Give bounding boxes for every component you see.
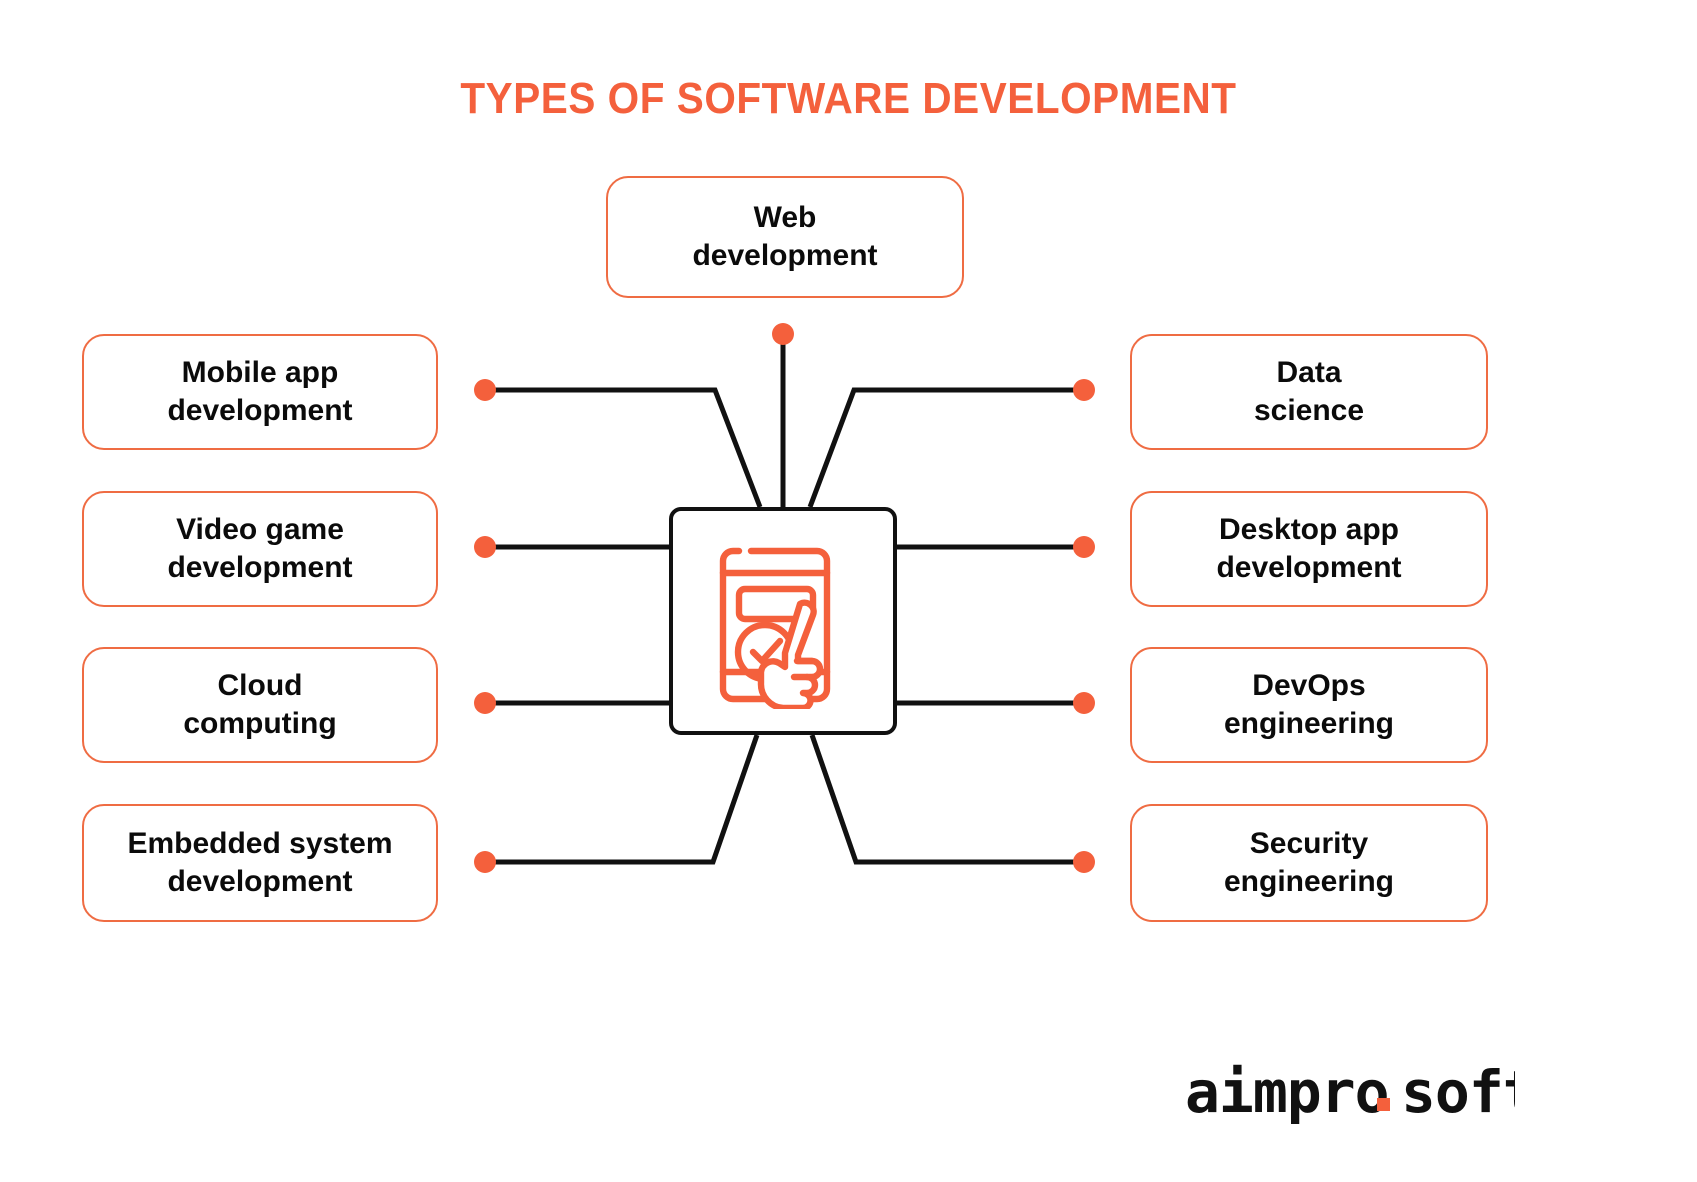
node-cloud-computing[interactable]: Cloud computing	[82, 647, 438, 763]
page-title: TYPES OF SOFTWARE DEVELOPMENT	[460, 74, 1237, 123]
node-label: Data science	[1253, 355, 1365, 427]
node-desktop-app-development[interactable]: Desktop app development	[1130, 491, 1488, 607]
node-embedded-system-development[interactable]: Embedded system development	[82, 804, 438, 922]
node-label: Cloud computing	[183, 668, 337, 740]
center-hub	[669, 507, 897, 735]
connector-dot-embedded-system	[474, 851, 496, 873]
node-security-engineering[interactable]: Security engineering	[1130, 804, 1488, 922]
connector-embedded-system	[487, 734, 760, 865]
connector-mobile-app	[487, 387, 763, 508]
node-video-game-development[interactable]: Video game development	[82, 491, 438, 607]
logo-dot	[1377, 1098, 1390, 1111]
node-devops-engineering[interactable]: DevOps engineering	[1130, 647, 1488, 763]
company-logo[interactable]: aimpro soft	[1185, 1060, 1515, 1130]
connector-security	[809, 734, 1082, 865]
logo-text-primary: aimpro	[1185, 1060, 1389, 1126]
node-label: Embedded system development	[127, 826, 393, 898]
connector-dot-security	[1073, 851, 1095, 873]
connector-dot-web-development	[772, 323, 794, 345]
node-label: Desktop app development	[1216, 512, 1402, 584]
mobile-app-touch-icon	[719, 547, 831, 709]
connector-dot-desktop-app	[1073, 536, 1095, 558]
connector-dot-video-game	[474, 536, 496, 558]
node-label: Security engineering	[1223, 826, 1395, 898]
node-label: Mobile app development	[167, 355, 353, 427]
logo-text-secondary: soft	[1401, 1060, 1515, 1126]
node-mobile-app-development[interactable]: Mobile app development	[82, 334, 438, 450]
connector-dot-cloud-computing	[474, 692, 496, 714]
infographic-canvas: TYPES OF SOFTWARE DEVELOPMENT Web develo…	[0, 0, 1697, 1182]
node-label: Video game development	[167, 512, 353, 584]
node-label: Web development	[692, 200, 878, 272]
node-data-science[interactable]: Data science	[1130, 334, 1488, 450]
node-label: DevOps engineering	[1223, 668, 1395, 740]
node-web-development[interactable]: Web development	[606, 176, 964, 298]
connector-dot-data-science	[1073, 379, 1095, 401]
connector-dot-devops	[1073, 692, 1095, 714]
connector-dot-mobile-app	[474, 379, 496, 401]
connector-data-science	[807, 387, 1082, 508]
